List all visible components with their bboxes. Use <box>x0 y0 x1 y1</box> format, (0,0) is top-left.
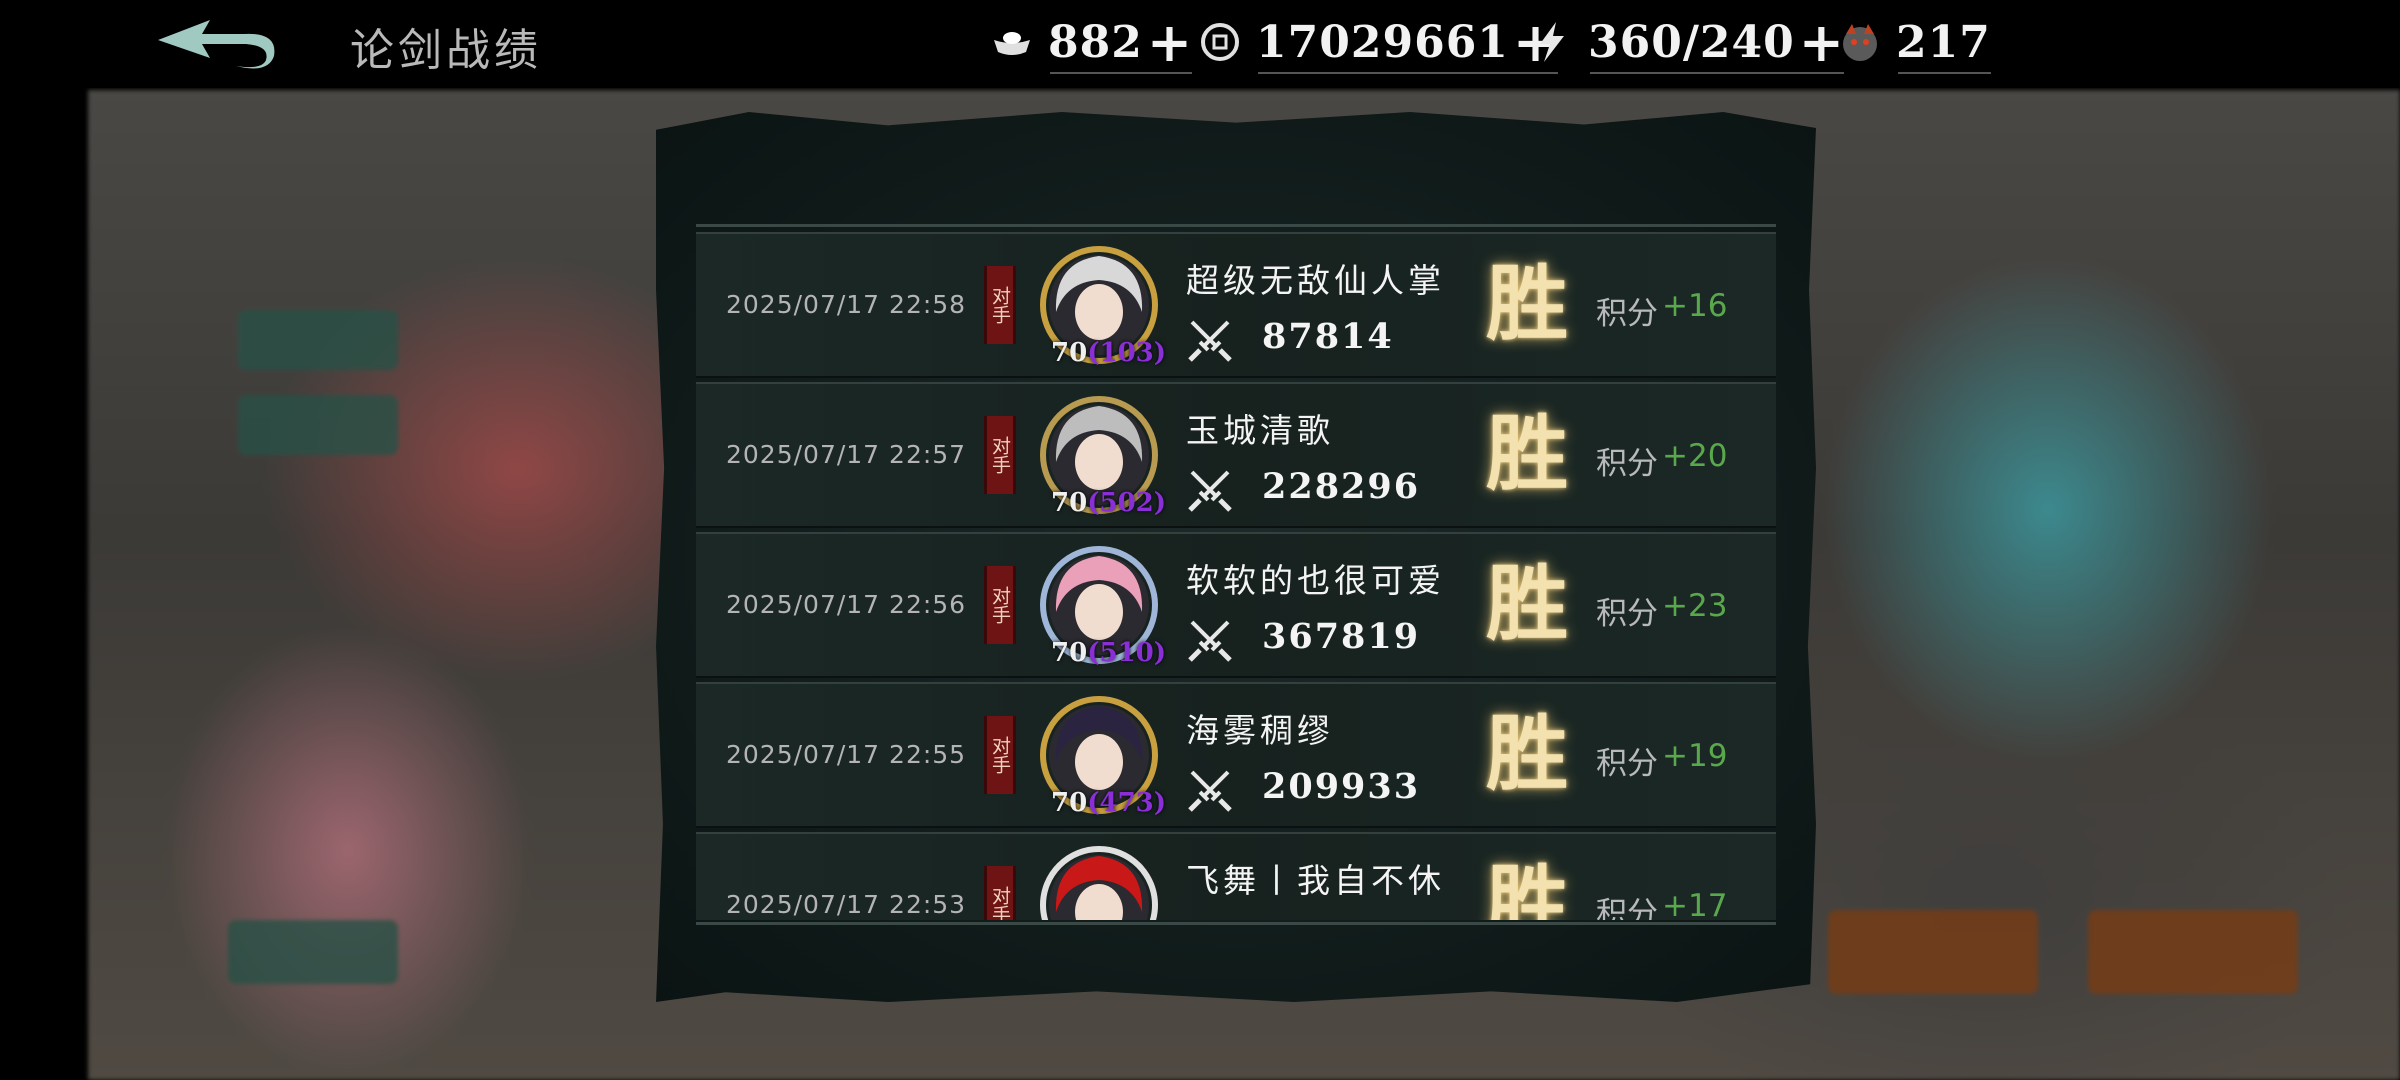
score-delta: +17 <box>1662 888 1728 920</box>
bg-blurred-button <box>228 920 398 984</box>
crossed-swords-icon <box>1188 320 1232 362</box>
record-row[interactable]: 2025/07/17 22:56 对手 70(510) 软软的也很可爱 3678… <box>696 532 1776 678</box>
add-silver-button[interactable]: + <box>1147 15 1192 69</box>
bg-blurred-button <box>238 395 398 455</box>
opponent-power: 87814 <box>1262 316 1394 357</box>
record-row[interactable]: 2025/07/17 22:55 对手 70(473) 海雾稠缪 209933 … <box>696 682 1776 828</box>
victory-label: 胜 <box>1486 856 1569 920</box>
coin-resource: 17029661 + <box>1198 14 1559 74</box>
opponent-tag: 对手 <box>984 416 1016 494</box>
page-title: 论剑战绩 <box>350 25 542 76</box>
opponent-name: 玉城清歌 <box>1186 411 1334 450</box>
score-delta: +16 <box>1662 288 1728 324</box>
victory-label: 胜 <box>1486 706 1569 802</box>
opponent-tag: 对手 <box>984 566 1016 644</box>
panel-divider-top <box>696 224 1776 227</box>
score-label: 积分 <box>1596 296 1658 332</box>
score-delta: +20 <box>1662 438 1728 474</box>
silver-ingot-icon <box>994 32 1030 55</box>
opponent-name: 超级无敌仙人掌 <box>1186 261 1445 300</box>
panel-divider-bottom <box>696 922 1776 925</box>
opponent-tag: 对手 <box>984 266 1016 344</box>
record-time: 2025/07/17 22:55 <box>726 740 967 769</box>
mask-resource: 217 <box>1838 14 1991 74</box>
record-time: 2025/07/17 22:53 <box>726 890 967 919</box>
opponent-level: 70(473) <box>1051 788 1167 818</box>
opponent-tag: 对手 <box>984 716 1016 794</box>
crossed-swords-icon <box>1188 770 1232 812</box>
silver-value: 882 <box>1048 16 1143 68</box>
divider <box>1050 72 1193 74</box>
record-time: 2025/07/17 22:56 <box>726 590 967 619</box>
score-label: 积分 <box>1596 896 1658 920</box>
score-label: 积分 <box>1596 596 1658 632</box>
divider <box>1898 72 1991 74</box>
divider <box>1590 72 1845 74</box>
battle-records-panel: 2025/07/17 22:58 对手 70(103) 超级无敌仙人掌 8781… <box>656 112 1816 1002</box>
stamina-value: 360/240 <box>1588 16 1795 68</box>
record-time: 2025/07/17 22:58 <box>726 290 967 319</box>
stamina-resource: 360/240 + <box>1530 14 1845 74</box>
score-label: 积分 <box>1596 746 1658 782</box>
mask-value: 217 <box>1896 16 1991 68</box>
score-label: 积分 <box>1596 446 1658 482</box>
opponent-power: 367819 <box>1262 616 1421 657</box>
bg-blurred-button <box>2088 910 2298 994</box>
back-arrow-icon[interactable] <box>150 14 278 76</box>
opponent-tag: 对手 <box>984 866 1016 920</box>
lightning-stamina-icon <box>1540 22 1564 62</box>
crossed-swords-icon <box>1188 470 1232 512</box>
opponent-level: 70(502) <box>1051 488 1167 518</box>
divider <box>1258 72 1559 74</box>
records-list[interactable]: 2025/07/17 22:58 对手 70(103) 超级无敌仙人掌 8781… <box>696 232 1776 920</box>
opponent-name: 海雾稠缪 <box>1186 711 1334 750</box>
record-time: 2025/07/17 22:57 <box>726 440 967 469</box>
score-delta: +23 <box>1662 588 1728 624</box>
record-row[interactable]: 2025/07/17 22:53 对手 70 飞舞丨我自不休 胜 积分 +17 <box>696 832 1776 920</box>
copper-coin-icon <box>1201 23 1239 61</box>
demon-mask-icon <box>1843 24 1877 61</box>
opponent-name: 软软的也很可爱 <box>1186 561 1445 600</box>
record-row[interactable]: 2025/07/17 22:58 对手 70(103) 超级无敌仙人掌 8781… <box>696 232 1776 378</box>
bg-blurred-button <box>238 310 398 370</box>
opponent-power: 209933 <box>1262 766 1421 807</box>
opponent-level: 70(510) <box>1051 638 1167 668</box>
coin-value: 17029661 <box>1256 16 1509 68</box>
silver-resource: 882 + <box>990 14 1193 74</box>
opponent-avatar[interactable] <box>1036 842 1162 920</box>
victory-label: 胜 <box>1486 406 1569 502</box>
victory-label: 胜 <box>1486 256 1569 352</box>
top-bar: 论剑战绩 882 + 17029661 + 360/240 + 217 <box>0 0 2400 88</box>
crossed-swords-icon <box>1188 620 1232 662</box>
victory-label: 胜 <box>1486 556 1569 652</box>
opponent-name: 飞舞丨我自不休 <box>1186 861 1445 900</box>
record-row[interactable]: 2025/07/17 22:57 对手 70(502) 玉城清歌 228296 … <box>696 382 1776 528</box>
bg-blurred-button <box>1828 910 2038 994</box>
opponent-power: 228296 <box>1262 466 1421 507</box>
score-delta: +19 <box>1662 738 1728 774</box>
opponent-level: 70(103) <box>1051 338 1167 368</box>
